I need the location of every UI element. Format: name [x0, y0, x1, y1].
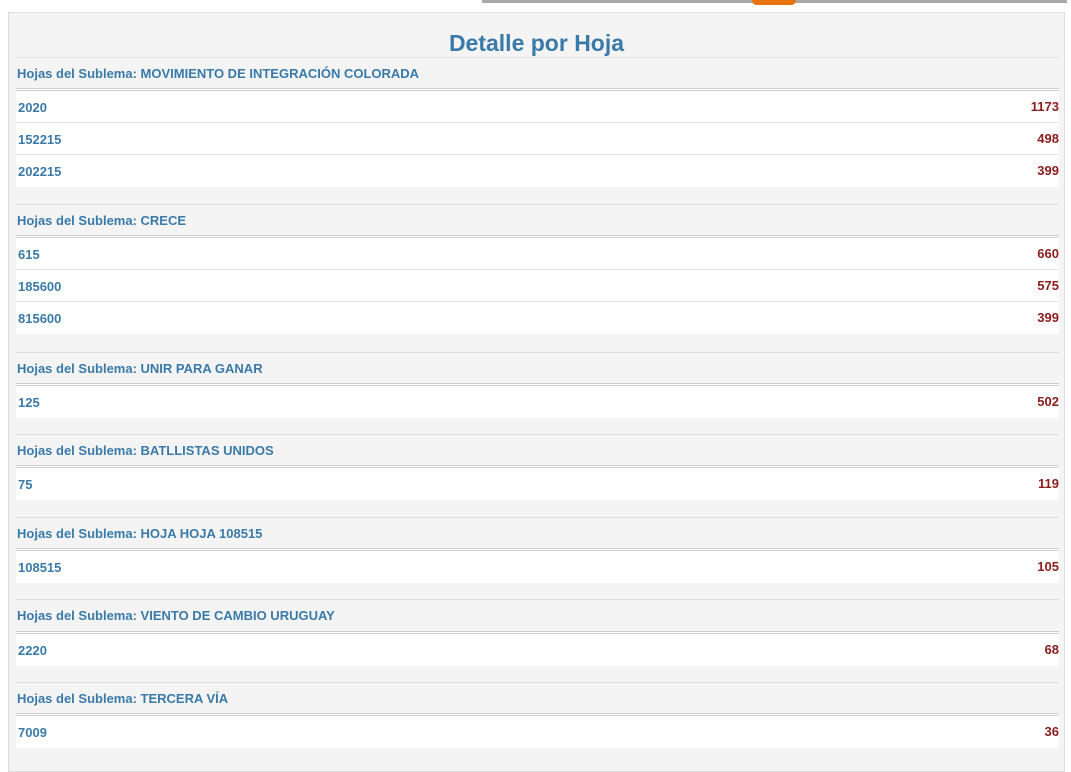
vote-count: 502 — [1037, 394, 1059, 409]
group-rows: 615 660 185600 575 815600 399 — [16, 235, 1059, 334]
vote-count: 1173 — [1030, 99, 1059, 114]
hoja-number: 202215 — [18, 164, 62, 179]
vote-count: 119 — [1038, 476, 1059, 491]
group-header: Hojas del Sublema: BATLLISTAS UNIDOS — [16, 434, 1059, 465]
table-row[interactable]: 815600 399 — [16, 302, 1059, 334]
vote-count: 660 — [1037, 246, 1059, 261]
hoja-number: 815600 — [18, 311, 62, 326]
table-row[interactable]: 7009 36 — [16, 716, 1059, 748]
detail-panel: Detalle por Hoja Hojas del Sublema: MOVI… — [8, 12, 1065, 772]
hoja-number: 75 — [18, 477, 33, 492]
table-row[interactable]: 185600 575 — [16, 270, 1059, 302]
vote-count: 105 — [1037, 559, 1059, 574]
group-rows: 75 119 — [16, 465, 1059, 500]
top-badge — [752, 0, 796, 5]
hoja-number: 125 — [18, 395, 40, 410]
table-row[interactable]: 2220 68 — [16, 634, 1059, 666]
vote-count: 399 — [1037, 163, 1059, 178]
group-rows: 125 502 — [16, 383, 1059, 418]
group-rows: 2220 68 — [16, 631, 1059, 666]
table-row[interactable]: 615 660 — [16, 238, 1059, 270]
table-row[interactable]: 152215 498 — [16, 123, 1059, 155]
group-header: Hojas del Sublema: HOJA HOJA 108515 — [16, 517, 1059, 548]
vote-count: 575 — [1037, 278, 1059, 293]
hoja-number: 152215 — [18, 132, 62, 147]
table-row[interactable]: 75 119 — [16, 468, 1059, 500]
table-row[interactable]: 202215 399 — [16, 155, 1059, 187]
hoja-number: 615 — [18, 247, 40, 262]
group-rows: 2020 1173 152215 498 202215 399 — [16, 88, 1059, 187]
group-header: Hojas del Sublema: MOVIMIENTO DE INTEGRA… — [16, 57, 1059, 88]
table-row[interactable]: 2020 1173 — [16, 91, 1059, 123]
hoja-number: 2020 — [18, 100, 47, 115]
group-header: Hojas del Sublema: VIENTO DE CAMBIO URUG… — [16, 599, 1059, 630]
table-row[interactable]: 108515 105 — [16, 551, 1059, 583]
hoja-number: 108515 — [18, 560, 62, 575]
group-rows: 108515 105 — [16, 548, 1059, 583]
vote-count: 498 — [1037, 131, 1059, 146]
hoja-number: 2220 — [18, 643, 47, 658]
hoja-number: 185600 — [18, 279, 62, 294]
hoja-number: 7009 — [18, 725, 47, 740]
vote-count: 68 — [1044, 642, 1059, 657]
group-header: Hojas del Sublema: CRECE — [16, 204, 1059, 235]
group-header: Hojas del Sublema: TERCERA VÍA — [16, 682, 1059, 713]
vote-count: 36 — [1044, 724, 1059, 739]
group-header: Hojas del Sublema: UNIR PARA GANAR — [16, 352, 1059, 383]
page-title: Detalle por Hoja — [448, 30, 625, 56]
group-rows: 7009 36 — [16, 713, 1059, 748]
vote-count: 399 — [1037, 310, 1059, 325]
table-row[interactable]: 125 502 — [16, 386, 1059, 418]
